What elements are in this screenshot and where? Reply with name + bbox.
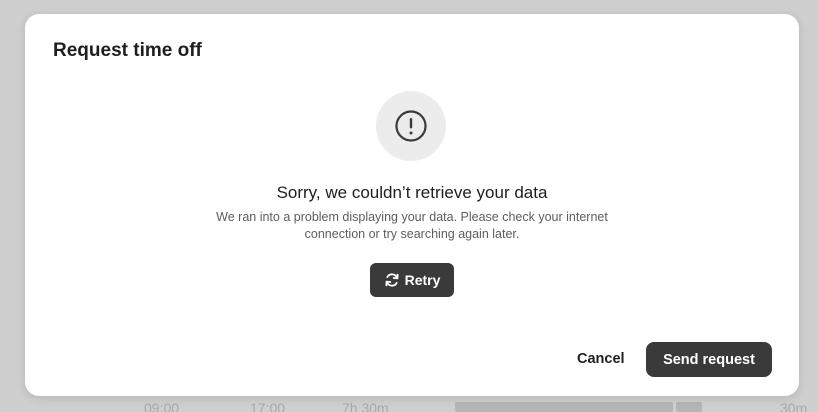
error-icon-container — [376, 91, 446, 161]
cancel-button[interactable]: Cancel — [571, 344, 631, 374]
error-message: We ran into a problem displaying your da… — [216, 210, 608, 241]
refresh-icon — [385, 273, 399, 287]
send-request-button[interactable]: Send request — [646, 342, 772, 377]
retry-button[interactable]: Retry — [370, 263, 454, 297]
background-progress-bar — [455, 402, 673, 412]
request-time-off-dialog: Request time off Sorry, we couldn’t retr… — [25, 14, 799, 396]
background-progress-bar-segment — [676, 402, 702, 412]
dialog-title: Request time off — [53, 40, 202, 61]
alert-circle-icon — [395, 110, 427, 142]
retry-label: Retry — [404, 272, 441, 288]
error-heading: Sorry, we couldn’t retrieve your data — [276, 183, 548, 202]
background-time-start: 09:00 — [144, 400, 180, 412]
background-time-end: 17:00 — [250, 400, 286, 412]
background-break: 30m — [780, 400, 808, 412]
background-duration: 7h 30m — [342, 400, 389, 412]
